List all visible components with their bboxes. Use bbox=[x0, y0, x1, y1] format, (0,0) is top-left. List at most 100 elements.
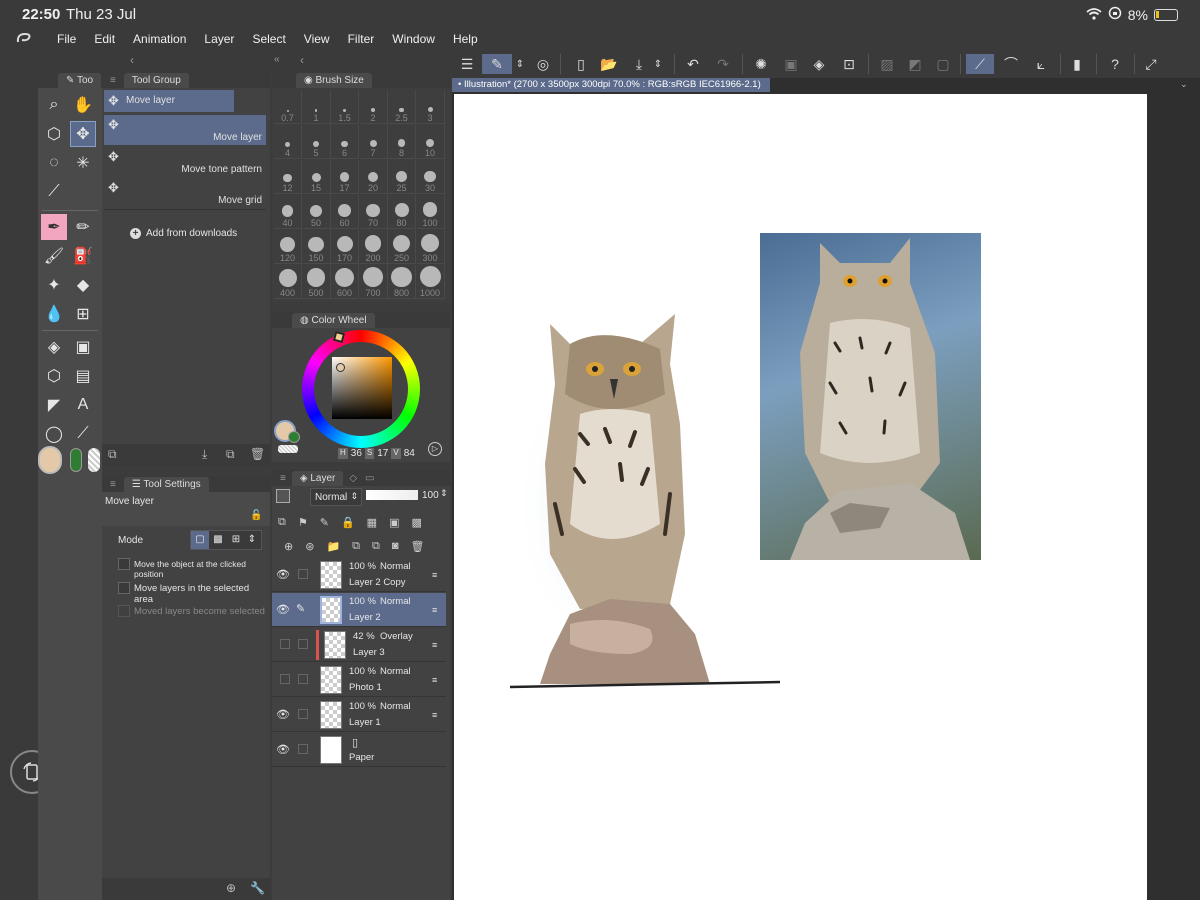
snap-ruler-icon[interactable]: ⟋ bbox=[966, 54, 994, 74]
layer-row-selected[interactable]: 👁 ✎ 100 % Normal Layer 2 ≡ bbox=[272, 593, 446, 627]
brush-size-preset[interactable]: 600 bbox=[331, 265, 359, 299]
menu-file[interactable]: File bbox=[48, 32, 85, 46]
record-icon[interactable]: ◎ bbox=[532, 54, 554, 74]
mode-grid-icon[interactable]: ⊞ bbox=[227, 531, 245, 549]
brush-size-preset[interactable]: 70 bbox=[359, 195, 388, 229]
layer-checkbox[interactable] bbox=[298, 639, 308, 649]
merge-down-icon[interactable]: ⧉ bbox=[372, 540, 380, 553]
brush-size-preset[interactable]: 2 bbox=[359, 90, 388, 124]
grid-icon[interactable]: ⊞ bbox=[70, 301, 96, 327]
brush-icon[interactable]: 🖌 bbox=[41, 243, 67, 269]
chevron-left-icon[interactable]: ‹ bbox=[300, 53, 304, 67]
layer-row[interactable]: 100 % Normal Photo 1 ≡ bbox=[272, 663, 446, 697]
blend-icon[interactable]: 💧 bbox=[41, 301, 67, 327]
decoration-icon[interactable]: ✦ bbox=[41, 272, 67, 298]
brush-size-preset[interactable]: 120 bbox=[274, 230, 302, 264]
fullscreen-icon[interactable]: ⤢ bbox=[1140, 54, 1162, 74]
color-picker-handle[interactable] bbox=[336, 363, 345, 372]
chevron-left-icon[interactable]: ‹ bbox=[130, 53, 134, 67]
download-icon[interactable]: ⤓ bbox=[202, 447, 207, 462]
brush-size-preset[interactable]: 700 bbox=[359, 265, 388, 299]
layer-color-icon[interactable] bbox=[276, 489, 290, 503]
frame-icon[interactable]: ▤ bbox=[70, 363, 96, 389]
show-selection-icon[interactable]: ▢ bbox=[932, 54, 954, 74]
option-checkbox[interactable] bbox=[118, 558, 130, 570]
brush-size-preset[interactable]: 200 bbox=[359, 230, 388, 264]
brush-size-preset[interactable]: 170 bbox=[331, 230, 359, 264]
balloon-icon[interactable]: ◯ bbox=[41, 421, 67, 447]
fill-icon[interactable]: ◈ bbox=[808, 54, 830, 74]
reference-icon[interactable]: ⚑ bbox=[298, 516, 308, 529]
chevron-updown-icon[interactable]: ⇕ bbox=[514, 54, 526, 74]
new-vector-layer-icon[interactable]: ⊛ bbox=[305, 540, 314, 553]
option-checkbox[interactable] bbox=[118, 582, 130, 594]
menu-layer[interactable]: Layer bbox=[195, 32, 243, 46]
drag-handle-icon[interactable]: ≡ bbox=[432, 570, 437, 580]
zoom-icon[interactable]: ⌕ bbox=[41, 92, 67, 118]
saturation-value-square[interactable] bbox=[332, 357, 392, 419]
sub-tool-group-header[interactable]: ✥ Move layer bbox=[104, 90, 234, 112]
sub-tool-item[interactable]: ✥ Move layer bbox=[104, 115, 266, 145]
sub-tool-item[interactable]: ✥ Move grid bbox=[104, 178, 266, 208]
collapse-dock-icon[interactable]: « bbox=[274, 54, 280, 65]
lock-icon[interactable]: 🔓 bbox=[250, 510, 262, 521]
canvas-page[interactable] bbox=[454, 94, 1147, 900]
correct-line-icon[interactable]: ⟋ bbox=[70, 421, 96, 447]
layer-checkbox[interactable] bbox=[298, 744, 308, 754]
document-tab[interactable]: • Illustration* (2700 x 3500px 300dpi 70… bbox=[452, 78, 770, 92]
brush-size-preset[interactable]: 50 bbox=[302, 195, 331, 229]
clip-icon[interactable]: ⧉ bbox=[278, 516, 286, 529]
chevron-down-icon[interactable]: ⌄ bbox=[1180, 79, 1188, 90]
brush-size-preset[interactable]: 100 bbox=[416, 195, 445, 229]
copy-icon[interactable]: ▣ bbox=[780, 54, 802, 74]
mode-normal-icon[interactable]: ▢ bbox=[191, 531, 209, 549]
brush-size-preset[interactable]: 4 bbox=[274, 125, 302, 159]
transform-icon[interactable]: ⊡ bbox=[838, 54, 860, 74]
clear-selection-icon[interactable]: ▨ bbox=[876, 54, 898, 74]
trash-icon[interactable]: 🗑 bbox=[411, 540, 425, 553]
layer-checkbox[interactable] bbox=[298, 709, 308, 719]
magic-wand-icon[interactable]: ✳ bbox=[70, 150, 96, 176]
layer-row[interactable]: 👁 ▯ Paper bbox=[272, 733, 446, 767]
transfer-down-icon[interactable]: ⧉ bbox=[352, 540, 360, 553]
add-from-downloads-button[interactable]: + Add from downloads bbox=[130, 228, 237, 239]
brush-size-preset[interactable]: 15 bbox=[302, 160, 331, 194]
layer-checkbox[interactable] bbox=[298, 674, 308, 684]
draft-icon[interactable]: ✎ bbox=[320, 516, 329, 529]
mode-selector[interactable]: ▢ ▩ ⊞ ⇕ bbox=[190, 530, 262, 550]
brush-size-preset[interactable]: 500 bbox=[302, 265, 331, 299]
object-icon[interactable]: ⬡ bbox=[41, 121, 67, 147]
quick-access-icon[interactable]: ✎ bbox=[482, 54, 512, 74]
ruler-icon[interactable]: ◤ bbox=[41, 392, 67, 418]
snap-special-ruler-icon[interactable]: ⌒ bbox=[1000, 54, 1022, 74]
sub-tool-item[interactable]: ✥ Move tone pattern bbox=[104, 147, 266, 177]
undo-icon[interactable]: ↶ bbox=[682, 54, 704, 74]
menu-animation[interactable]: Animation bbox=[124, 32, 195, 46]
lock-icon[interactable]: 🔒 bbox=[341, 516, 355, 529]
eye-icon[interactable]: 👁 bbox=[276, 708, 290, 721]
transparent-swatch[interactable] bbox=[278, 445, 298, 453]
brush-size-preset[interactable]: 800 bbox=[388, 265, 416, 299]
color-wheel-tab[interactable]: ◍ Color Wheel bbox=[292, 312, 375, 328]
brush-size-preset[interactable]: 2.5 bbox=[388, 90, 416, 124]
tool-tab[interactable]: ✎ Too bbox=[58, 72, 102, 88]
brush-size-preset[interactable]: 7 bbox=[359, 125, 388, 159]
brush-size-preset[interactable]: 80 bbox=[388, 195, 416, 229]
sub-color-swatch[interactable] bbox=[288, 431, 300, 443]
lock-transparent-icon[interactable]: ▦ bbox=[367, 516, 377, 529]
eyedropper-icon[interactable]: ⟋ bbox=[41, 179, 67, 205]
brush-size-preset[interactable]: 0.7 bbox=[274, 90, 302, 124]
reset-icon[interactable]: ⊕ bbox=[226, 881, 236, 895]
open-folder-icon[interactable]: 📂 bbox=[598, 54, 620, 74]
trash-icon[interactable]: 🗑 bbox=[250, 447, 265, 461]
layer-row[interactable]: 👁 100 % Normal Layer 1 ≡ bbox=[272, 698, 446, 732]
menu-icon[interactable]: ≡ bbox=[110, 75, 116, 86]
menu-icon[interactable]: ≡ bbox=[280, 473, 286, 484]
brush-size-tab[interactable]: ◉ Brush Size bbox=[296, 72, 372, 88]
brush-size-preset[interactable]: 25 bbox=[388, 160, 416, 194]
brush-size-preset[interactable]: 17 bbox=[331, 160, 359, 194]
drag-handle-icon[interactable]: ≡ bbox=[432, 640, 437, 650]
mode-chevron-icon[interactable]: ⇕ bbox=[245, 531, 259, 549]
menu-select[interactable]: Select bbox=[243, 32, 294, 46]
brush-size-preset[interactable]: 5 bbox=[302, 125, 331, 159]
